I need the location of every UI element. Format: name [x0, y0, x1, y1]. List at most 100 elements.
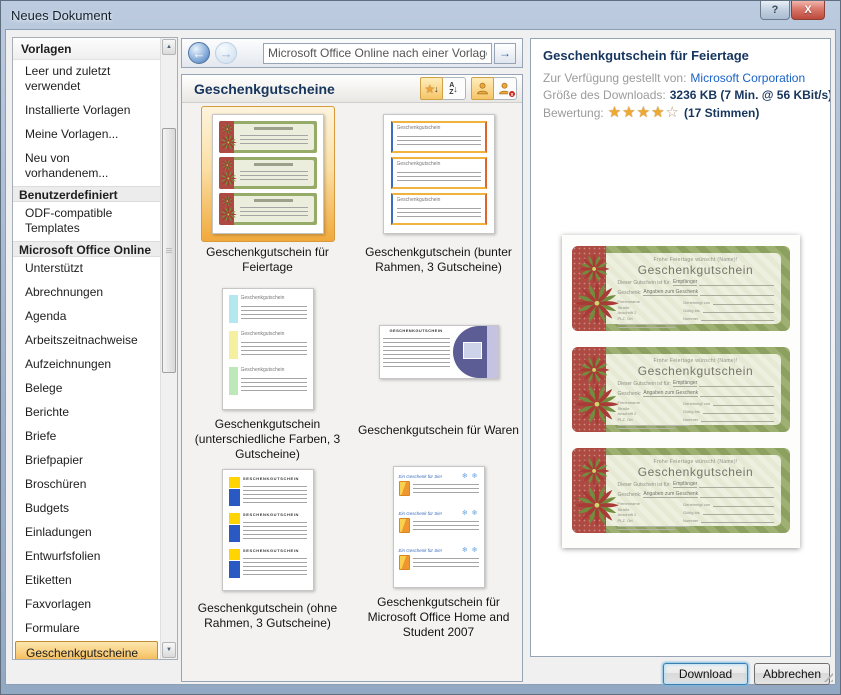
title-bar[interactable]: Neues Dokument ? X — [1, 1, 840, 29]
star-empty-icon: ☆ — [665, 104, 680, 121]
text-lines-placeholder — [396, 169, 481, 183]
template-item-unterschiedliche-farben[interactable]: Geschenkgutschein Geschenkgutschein Gesc… — [185, 284, 351, 462]
download-button[interactable]: Download — [663, 663, 748, 685]
scrollbar-track[interactable] — [161, 56, 177, 641]
forward-button[interactable]: → — [215, 42, 237, 64]
forward-arrow-icon: → — [219, 45, 233, 61]
template-item-bunter-rahmen[interactable]: Geschenkgutschein Geschenkgutschein Gesc… — [356, 106, 522, 284]
text-lines-placeholder — [382, 335, 450, 369]
template-caption: Geschenkgutschein für Waren — [358, 423, 519, 437]
template-item-waren[interactable]: GESCHENKGUTSCHEIN Geschenkgutschein für … — [356, 284, 522, 462]
sort-by-rating-button[interactable]: ★ ↓ — [420, 77, 443, 100]
category-title: Geschenkgutscheine — [194, 80, 335, 97]
category-list: Vorlagen Leer und zuletzt verwendet Inst… — [13, 38, 160, 659]
category-header: Geschenkgutscheine ★ ↓ AZ ↓ x — [182, 75, 522, 103]
software-box-icon — [398, 481, 410, 496]
scrollbar-thumb[interactable] — [162, 128, 176, 373]
sort-toolbar: ★ ↓ AZ ↓ — [420, 77, 466, 100]
provided-by-label: Zur Verfügung gestellt von: — [543, 71, 687, 85]
sidebar-item-neu-von-vorhandenem[interactable]: Neu von vorhandenem... — [13, 147, 160, 186]
text-lines-placeholder — [396, 133, 481, 147]
sidebar-item-arbeitszeitnachweise[interactable]: Arbeitszeitnachweise — [13, 329, 160, 353]
gift-certificate-preview: Frohe Feiertage wünscht (Name)! Geschenk… — [571, 448, 790, 533]
hide-customer-templates-button[interactable]: x — [493, 78, 516, 99]
rating-stars: ★★★★☆ — [608, 105, 680, 120]
sidebar-item-odf-compatible-templates[interactable]: ODF-compatible Templates — [13, 202, 160, 241]
customer-filter-toolbar: x — [471, 77, 517, 100]
search-navbar: ← → → — [181, 38, 523, 68]
snowflake-icon: ❄ ❄ — [461, 473, 479, 480]
sidebar-item-briefe[interactable]: Briefe — [13, 425, 160, 449]
sidebar-item-einladungen[interactable]: Einladungen — [13, 521, 160, 545]
template-thumbnail-home-student: Ein Geschenk für Sie! ❄ ❄ Ein Geschenk fü… — [372, 462, 506, 592]
template-thumbnail-bunter-rahmen: Geschenkgutschein Geschenkgutschein Gesc… — [372, 106, 506, 242]
sidebar-item-aufzeichnungen[interactable]: Aufzeichnungen — [13, 353, 160, 377]
provider-link[interactable]: Microsoft Corporation — [690, 71, 805, 85]
sidebar-item-formulare[interactable]: Formulare — [13, 617, 160, 641]
back-button[interactable]: ← — [188, 42, 210, 64]
sidebar-scrollbar[interactable]: ▲ ▼ — [160, 38, 177, 659]
gift-certificate-preview: Frohe Feiertage wünscht (Name)! Geschenk… — [571, 246, 790, 331]
scroll-down-button[interactable]: ▼ — [162, 642, 176, 658]
show-customer-templates-button[interactable] — [471, 77, 494, 100]
sidebar-item-agenda[interactable]: Agenda — [13, 305, 160, 329]
sidebar-section-benutzerdefiniert: Benutzerdefiniert — [13, 186, 160, 202]
template-thumbnail-feiertage — [200, 106, 335, 242]
template-detail-panel: Geschenkgutschein für Feiertage Zur Verf… — [530, 38, 831, 657]
download-size-label: Größe des Downloads: — [543, 88, 666, 102]
sidebar-item-faxvorlagen[interactable]: Faxvorlagen — [13, 593, 160, 617]
text-lines-placeholder — [242, 519, 307, 539]
text-lines-placeholder — [412, 555, 479, 570]
help-icon: ? — [771, 4, 779, 16]
template-caption: Geschenkgutschein (unterschiedliche Farb… — [194, 417, 341, 461]
dialog-window: Neues Dokument ? X Vorlagen Leer und zul… — [0, 0, 841, 695]
sidebar-item-briefpapier[interactable]: Briefpapier — [13, 449, 160, 473]
template-item-feiertage[interactable]: Geschenkgutschein für Feiertage — [185, 106, 351, 284]
sidebar-item-installierte-vorlagen[interactable]: Installierte Vorlagen — [13, 99, 160, 123]
sidebar-item-meine-vorlagen[interactable]: Meine Vorlagen... — [13, 123, 160, 147]
text-lines-placeholder — [240, 303, 307, 321]
sidebar-item-leer-und-zuletzt-verwendet[interactable]: Leer und zuletzt verwendet — [13, 60, 160, 99]
window-controls: ? X — [760, 1, 825, 20]
star-filled-icon: ★ — [651, 104, 666, 121]
sort-alphabetical-button[interactable]: AZ ↓ — [442, 78, 465, 99]
sidebar-item-etiketten[interactable]: Etiketten — [13, 569, 160, 593]
help-button[interactable]: ? — [760, 1, 790, 20]
purple-emblem — [452, 326, 487, 378]
sidebar-item-unterstuetzt[interactable]: Unterstützt — [13, 257, 160, 281]
scroll-up-button[interactable]: ▲ — [162, 39, 176, 55]
sidebar-item-entwurfsfolien[interactable]: Entwurfsfolien — [13, 545, 160, 569]
text-lines-placeholder — [242, 483, 307, 503]
text-lines-placeholder — [412, 518, 479, 533]
search-go-button[interactable]: → — [494, 42, 516, 64]
sidebar-item-belege[interactable]: Belege — [13, 377, 160, 401]
sort-arrow-icon: ↓ — [453, 83, 458, 94]
poinsettia-graphic — [573, 349, 619, 429]
sidebar-item-berichte[interactable]: Berichte — [13, 401, 160, 425]
text-lines-placeholder — [242, 555, 307, 575]
template-thumbnail-unterschiedliche-farben: Geschenkgutschein Geschenkgutschein Gesc… — [201, 284, 335, 414]
cancel-button[interactable]: Abbrechen — [754, 663, 830, 685]
close-icon: X — [804, 4, 812, 16]
text-lines-placeholder — [239, 204, 308, 216]
sidebar-item-broschueren[interactable]: Broschüren — [13, 473, 160, 497]
download-size-value: 3236 KB (7 Min. @ 56 KBit/s) — [669, 88, 831, 102]
template-caption: Geschenkgutschein (bunter Rahmen, 3 Guts… — [365, 245, 512, 274]
back-arrow-icon: ← — [192, 45, 206, 61]
sidebar-item-abrechnungen[interactable]: Abrechnungen — [13, 281, 160, 305]
star-filled-icon: ★ — [636, 104, 652, 121]
search-input[interactable] — [263, 42, 492, 64]
rating-label: Bewertung: — [543, 105, 604, 120]
template-item-home-student[interactable]: Ein Geschenk für Sie! ❄ ❄ Ein Geschenk fü… — [356, 462, 522, 640]
star-filled-icon: ★ — [622, 104, 637, 121]
snowflake-icon: ❄ ❄ — [461, 547, 479, 554]
template-item-ohne-rahmen[interactable]: GESCHENKGUTSCHEIN GESCHENKGUTSCHEIN GESC… — [185, 462, 351, 640]
dialog-client-area: Vorlagen Leer und zuletzt verwendet Inst… — [5, 29, 836, 685]
rating-votes: (17 Stimmen) — [683, 105, 760, 120]
search-go-icon: → — [499, 46, 511, 60]
sidebar-item-geschenkgutscheine[interactable]: Geschenkgutscheine — [15, 641, 158, 659]
close-button[interactable]: X — [791, 1, 825, 20]
person-icon — [476, 82, 489, 95]
text-lines-placeholder — [239, 132, 308, 144]
sidebar-item-budgets[interactable]: Budgets — [13, 497, 160, 521]
